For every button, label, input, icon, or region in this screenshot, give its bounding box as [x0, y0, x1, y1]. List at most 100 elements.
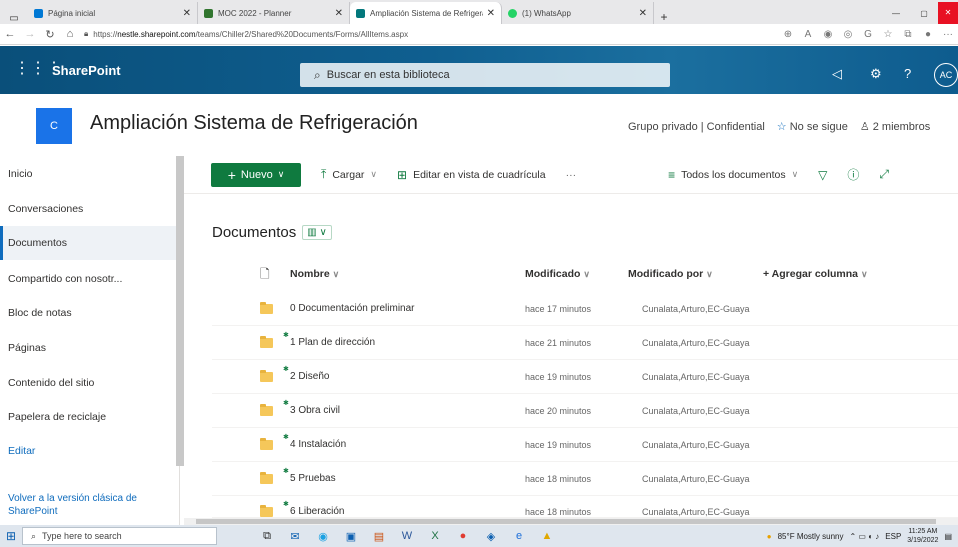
share-icon[interactable]: ◁ — [832, 66, 842, 82]
nav-item-inicio[interactable]: Inicio — [0, 157, 176, 191]
clock[interactable]: 11:25 AM 3/19/2022 — [907, 527, 938, 545]
info-button[interactable]: ⓘ — [847, 166, 859, 183]
close-icon[interactable]: ✕ — [335, 8, 343, 19]
more-commands-button[interactable]: ··· — [566, 169, 577, 181]
maximize-icon[interactable]: ▢ — [910, 9, 938, 18]
add-column-button[interactable]: + Agregar columna ∨ — [763, 268, 868, 280]
item-name[interactable]: 1 Plan de dirección — [290, 337, 375, 348]
nav-item-compartido[interactable]: Compartido con nosotr... — [0, 262, 176, 296]
item-modified: hace 19 minutos — [525, 440, 592, 450]
classic-view-link[interactable]: Volver a la versión clásica de SharePoin… — [8, 492, 176, 518]
home-icon[interactable]: ⌂ — [60, 28, 80, 40]
nav-item-editar[interactable]: Editar — [0, 434, 176, 468]
forward-icon[interactable]: → — [20, 28, 40, 40]
word-icon[interactable]: W — [394, 527, 420, 545]
column-header-modified[interactable]: Modificado ∨ — [525, 268, 590, 280]
browser-tab[interactable]: MOC 2022 - Planner ✕ — [198, 2, 350, 24]
task-view-icon[interactable]: ⧉ — [254, 527, 280, 545]
nav-item-contenido[interactable]: Contenido del sitio — [0, 366, 176, 400]
table-row[interactable]: 0 Documentación preliminar hace 17 minut… — [212, 292, 958, 326]
avatar[interactable]: AC — [934, 63, 958, 87]
url-field[interactable]: 🔒︎ https://nestle.sharepoint.com/teams/C… — [84, 27, 770, 42]
store-icon[interactable]: ▣ — [338, 527, 364, 545]
close-icon[interactable]: ✕ — [487, 8, 495, 19]
extension-icon[interactable]: G — [858, 29, 878, 40]
ie-icon[interactable]: e — [506, 527, 532, 545]
browser-tab[interactable]: Página inicial ✕ — [28, 2, 198, 24]
close-icon[interactable]: ✕ — [183, 8, 191, 19]
gear-icon[interactable]: ⚙ — [870, 66, 882, 82]
excel-icon[interactable]: X — [422, 527, 448, 545]
tab-actions-icon[interactable]: ▭ — [0, 13, 28, 24]
nav-scrollbar[interactable] — [176, 156, 184, 466]
more-icon[interactable]: ··· — [938, 29, 958, 40]
close-icon[interactable]: ✕ — [639, 8, 647, 19]
teams-icon[interactable]: ◈ — [478, 527, 504, 545]
column-header-modified-by[interactable]: Modificado por ∨ — [628, 268, 713, 280]
extension-icon[interactable]: ◉ — [818, 29, 838, 40]
nav-item-conversaciones[interactable]: Conversaciones — [0, 192, 176, 226]
windows-start-icon[interactable]: ⊞ — [0, 529, 22, 543]
new-button[interactable]: + Nuevo ∨ — [211, 162, 301, 187]
library-view-icon[interactable]: ▥ ∨ — [302, 225, 332, 240]
nav-item-papelera[interactable]: Papelera de reciclaje — [0, 400, 176, 434]
app-icon[interactable]: ● — [450, 527, 476, 545]
brand-label[interactable]: SharePoint — [52, 63, 121, 78]
members-button[interactable]: ♙ 2 miembros — [860, 120, 930, 133]
zoom-icon[interactable]: ⊕ — [778, 29, 798, 40]
date-label: 3/19/2022 — [907, 537, 939, 544]
search-placeholder: Buscar en esta biblioteca — [326, 69, 450, 81]
close-window-icon[interactable]: ✕ — [938, 2, 958, 24]
expand-button[interactable]: ⤢ — [879, 167, 889, 182]
follow-button[interactable]: ☆ No se sigue — [777, 120, 848, 133]
tray-icons[interactable]: ⌃ ▭ ◐ ♪ — [850, 532, 880, 541]
scrollbar-thumb[interactable] — [196, 519, 936, 524]
item-name[interactable]: 3 Obra civil — [290, 405, 340, 416]
nav-item-paginas[interactable]: Páginas — [0, 331, 176, 365]
minimize-icon[interactable]: — — [882, 9, 910, 18]
column-header-name[interactable]: Nombre ∨ — [290, 268, 339, 280]
site-title[interactable]: Ampliación Sistema de Refrigeración — [90, 112, 418, 135]
extension-icon[interactable]: ◎ — [838, 29, 858, 40]
item-name[interactable]: 5 Pruebas — [290, 473, 336, 484]
weather-label[interactable]: 85°F Mostly sunny — [778, 532, 844, 541]
notification-icon[interactable]: ▤ — [944, 532, 952, 541]
table-row[interactable]: ✱ 4 Instalación hace 19 minutos Cunalata… — [212, 428, 958, 462]
table-row[interactable]: ✱ 3 Obra civil hace 20 minutos Cunalata,… — [212, 394, 958, 428]
favorites-icon[interactable]: ☆ — [878, 29, 898, 40]
item-name[interactable]: 2 Diseño — [290, 371, 329, 382]
app-icon[interactable]: ▤ — [366, 527, 392, 545]
horizontal-scrollbar[interactable] — [184, 518, 958, 525]
browser-tab-active[interactable]: Ampliación Sistema de Refrigera ✕ — [350, 2, 502, 24]
item-name[interactable]: 4 Instalación — [290, 439, 346, 450]
read-aloud-icon[interactable]: A — [798, 29, 818, 40]
table-row[interactable]: ✱ 1 Plan de dirección hace 21 minutos Cu… — [212, 326, 958, 360]
filter-button[interactable]: ▽ — [818, 168, 827, 182]
nav-item-bloc-de-notas[interactable]: Bloc de notas — [0, 296, 176, 330]
taskbar-search-input[interactable]: ⌕ Type here to search — [22, 527, 217, 545]
item-name[interactable]: 6 Liberación — [290, 506, 344, 517]
table-row[interactable]: ✱ 2 Diseño hace 19 minutos Cunalata,Artu… — [212, 360, 958, 394]
item-name[interactable]: 0 Documentación preliminar — [290, 303, 415, 314]
mail-icon[interactable]: ✉ — [282, 527, 308, 545]
item-modified: hace 18 minutos — [525, 474, 592, 484]
language-label[interactable]: ESP — [885, 532, 901, 541]
grid-edit-button[interactable]: ⊞ Editar en vista de cuadrícula — [397, 168, 546, 182]
browser-tab[interactable]: (1) WhatsApp ✕ — [502, 2, 654, 24]
upload-button[interactable]: ⤒ Cargar ∨ — [321, 167, 377, 182]
nav-item-documentos[interactable]: Documentos — [0, 226, 176, 260]
collections-icon[interactable]: ⧉ — [898, 29, 918, 40]
table-row[interactable]: ✱ 6 Liberación hace 18 minutos Cunalata,… — [212, 495, 958, 518]
back-icon[interactable]: ← — [0, 28, 20, 40]
edge-icon[interactable]: ◉ — [310, 527, 336, 545]
lock-app-icon[interactable]: ▲ — [534, 527, 560, 545]
view-selector[interactable]: ≡ Todos los documentos ∨ — [668, 168, 798, 182]
refresh-icon[interactable]: ↻ — [40, 28, 60, 41]
profile-icon[interactable]: ● — [918, 29, 938, 40]
file-type-icon[interactable]: 🗋︎ — [260, 265, 270, 286]
search-input[interactable]: ⌕ Buscar en esta biblioteca — [300, 63, 670, 87]
help-icon[interactable]: ? — [904, 66, 911, 81]
table-row[interactable]: ✱ 5 Pruebas hace 18 minutos Cunalata,Art… — [212, 462, 958, 496]
new-tab-icon[interactable]: + — [654, 10, 674, 24]
site-logo[interactable]: C — [36, 108, 72, 144]
